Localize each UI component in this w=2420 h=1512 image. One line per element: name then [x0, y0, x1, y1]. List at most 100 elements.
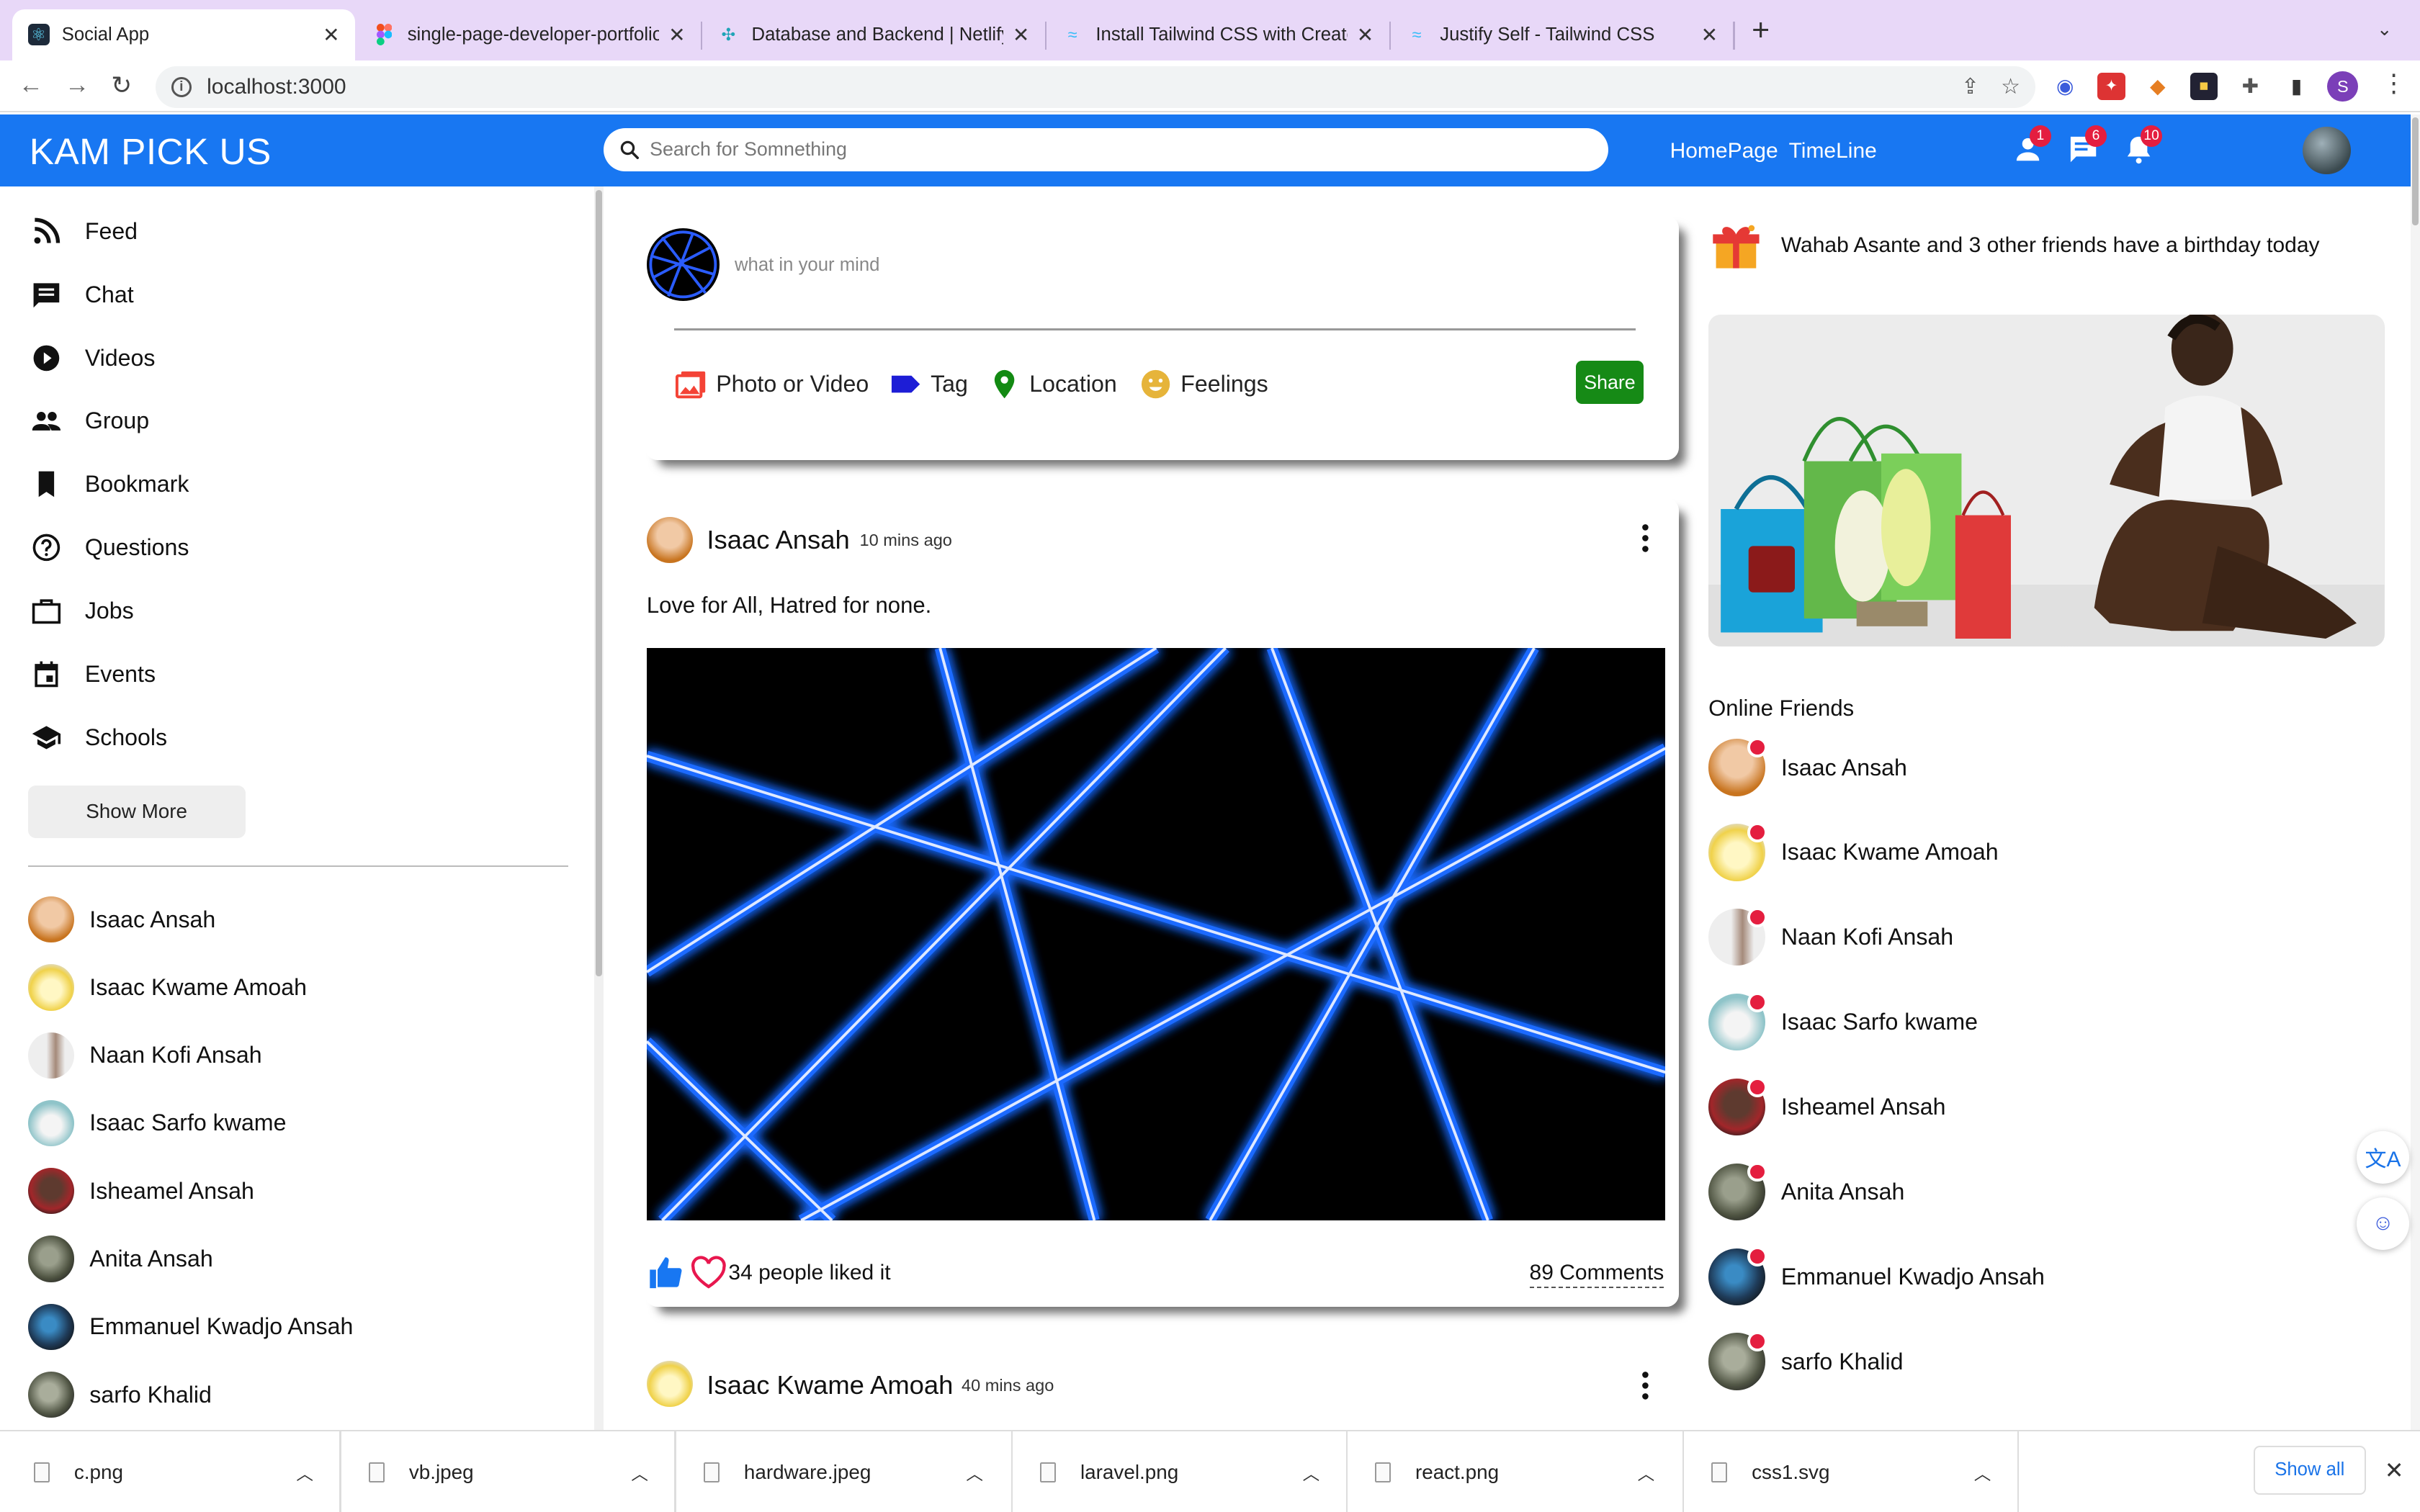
avatar[interactable]: [646, 1360, 694, 1408]
post-image[interactable]: [646, 647, 1666, 1220]
page-scrollbar[interactable]: [2411, 114, 2420, 1431]
sidebar-item-jobs[interactable]: Jobs: [31, 593, 134, 629]
online-friend-item[interactable]: Isaac Sarfo kwame: [1708, 991, 1978, 1051]
sidebar-scroll-thumb[interactable]: [596, 189, 602, 977]
extension-badge-icon[interactable]: ◆: [2143, 73, 2172, 101]
download-item[interactable]: hardware.jpeg ︿: [704, 1431, 997, 1512]
tab-justify-self[interactable]: ≈ Justify Self - Tailwind CSS ✕: [1391, 9, 1734, 60]
tab-netlify[interactable]: ✣ Database and Backend | Netlify ✕: [702, 9, 1045, 60]
promo-banner[interactable]: [1708, 315, 2385, 647]
post-input[interactable]: what in your mind: [735, 255, 879, 276]
tab-search-chevron-icon[interactable]: ⌄: [2377, 19, 2393, 40]
search-input[interactable]: Search for Somnething: [650, 138, 847, 161]
online-friend-item[interactable]: Isheamel Ansah: [1708, 1076, 1945, 1136]
tab-social-app[interactable]: ⚛ Social App ✕: [12, 9, 355, 60]
assistant-bot-icon[interactable]: ☺: [2357, 1197, 2409, 1250]
comments-link[interactable]: 89 Comments: [1529, 1261, 1664, 1288]
chevron-up-icon[interactable]: ︿: [296, 1460, 313, 1485]
messages-button[interactable]: 6: [2066, 125, 2107, 166]
user-avatar[interactable]: [2303, 126, 2351, 175]
online-friend-item[interactable]: sarfo Khalid: [1708, 1331, 1904, 1390]
heart-icon[interactable]: [689, 1254, 729, 1291]
birthday-text: Wahab Asante and 3 other friends have a …: [1780, 233, 2320, 257]
friend-item[interactable]: Anita Ansah: [27, 1236, 213, 1282]
extensions-puzzle-icon[interactable]: ✚: [2236, 73, 2264, 101]
online-friend-item[interactable]: Emmanuel Kwadjo Ansah: [1708, 1246, 2045, 1305]
feelings-option[interactable]: Feelings: [1139, 367, 1268, 401]
tag-option[interactable]: Tag: [889, 367, 968, 401]
sidebar-item-videos[interactable]: Videos: [31, 339, 155, 376]
chevron-up-icon[interactable]: ︿: [966, 1460, 983, 1485]
avatar[interactable]: [646, 516, 694, 564]
sidebar-item-chat[interactable]: Chat: [31, 276, 134, 313]
close-tab-icon[interactable]: ✕: [1701, 23, 1718, 47]
more-vert-icon[interactable]: [1641, 1370, 1650, 1401]
notifications-button[interactable]: 10: [2122, 125, 2163, 166]
back-icon[interactable]: ←: [19, 71, 43, 99]
close-tab-icon[interactable]: ✕: [1357, 23, 1373, 47]
close-tab-icon[interactable]: ✕: [323, 23, 339, 47]
post-author[interactable]: Isaac Kwame Amoah: [707, 1370, 953, 1400]
online-friend-item[interactable]: Isaac Ansah: [1708, 737, 1907, 796]
tab-portfolio[interactable]: single-page-developer-portfolio ✕: [358, 9, 701, 60]
download-item[interactable]: react.png ︿: [1375, 1431, 1668, 1512]
friend-item[interactable]: Emmanuel Kwadjo Ansah: [27, 1303, 353, 1350]
photo-video-option[interactable]: Photo or Video: [674, 367, 869, 401]
chevron-up-icon[interactable]: ︿: [1303, 1460, 1320, 1485]
chevron-up-icon[interactable]: ︿: [1638, 1460, 1655, 1485]
download-item[interactable]: c.png ︿: [34, 1431, 327, 1512]
site-info-icon[interactable]: i: [171, 77, 192, 97]
share-page-icon[interactable]: ⇪: [1961, 74, 1979, 99]
sidebar-scrollbar[interactable]: [594, 186, 604, 1431]
side-panel-icon[interactable]: ▮: [2282, 73, 2311, 101]
close-tab-icon[interactable]: ✕: [668, 23, 685, 47]
more-vert-icon[interactable]: [1641, 523, 1650, 554]
close-tab-icon[interactable]: ✕: [1013, 23, 1029, 47]
sidebar-item-events[interactable]: Events: [31, 656, 156, 693]
sidebar-item-schools[interactable]: Schools: [31, 719, 167, 756]
new-tab-icon[interactable]: +: [1752, 15, 1770, 46]
online-friend-item[interactable]: Naan Kofi Ansah: [1708, 907, 1953, 966]
friend-item[interactable]: Isaac Sarfo kwame: [27, 1099, 286, 1147]
show-all-downloads-button[interactable]: Show all: [2253, 1445, 2366, 1495]
timeline-link[interactable]: TimeLine: [1789, 139, 1877, 163]
homepage-link[interactable]: HomePage: [1670, 139, 1778, 163]
sidebar-item-feed[interactable]: Feed: [31, 213, 138, 250]
browser-menu-icon[interactable]: ⋮: [2381, 69, 2406, 98]
page-scroll-thumb[interactable]: [2412, 117, 2419, 225]
thumbs-up-icon[interactable]: [647, 1254, 684, 1291]
reload-icon[interactable]: ↻: [111, 71, 132, 100]
friend-item[interactable]: sarfo Khalid: [27, 1371, 212, 1418]
sidebar-item-group[interactable]: Group: [31, 402, 149, 439]
online-friend-item[interactable]: Anita Ansah: [1708, 1161, 1904, 1220]
download-item[interactable]: laravel.png ︿: [1040, 1431, 1333, 1512]
sidebar-item-bookmark[interactable]: Bookmark: [31, 466, 189, 503]
download-item[interactable]: css1.svg ︿: [1711, 1431, 2004, 1512]
extension-eyes-icon[interactable]: ◉: [2051, 73, 2079, 101]
close-shelf-icon[interactable]: ✕: [2385, 1457, 2404, 1484]
friend-item[interactable]: Isaac Ansah: [27, 896, 215, 943]
address-bar[interactable]: i localhost:3000 ⇪ ☆: [156, 66, 2036, 108]
tab-tailwind-install[interactable]: ≈ Install Tailwind CSS with Create ✕: [1047, 9, 1389, 60]
friend-item[interactable]: Isheamel Ansah: [27, 1168, 254, 1215]
show-more-button[interactable]: Show More: [27, 785, 246, 838]
avatar: [1708, 1076, 1767, 1136]
location-option[interactable]: Location: [987, 367, 1117, 401]
download-item[interactable]: vb.jpeg ︿: [369, 1431, 662, 1512]
extension-red-icon[interactable]: ✦: [2097, 72, 2125, 101]
post-author[interactable]: Isaac Ansah: [707, 525, 849, 555]
friend-item[interactable]: Isaac Kwame Amoah: [27, 964, 307, 1011]
translate-icon[interactable]: 文A: [2357, 1130, 2409, 1184]
chevron-up-icon[interactable]: ︿: [631, 1460, 648, 1485]
share-button[interactable]: Share: [1575, 361, 1644, 405]
extension-colorful-icon[interactable]: ■: [2190, 72, 2218, 101]
friend-requests-button[interactable]: 1: [2011, 125, 2051, 166]
friend-item[interactable]: Naan Kofi Ansah: [27, 1032, 262, 1079]
chevron-up-icon[interactable]: ︿: [1974, 1460, 1991, 1485]
online-friend-item[interactable]: Isaac Kwame Amoah: [1708, 822, 1999, 881]
app-logo[interactable]: KAM PICK US: [30, 130, 272, 173]
forward-icon[interactable]: →: [65, 71, 89, 99]
bookmark-star-icon[interactable]: ☆: [2001, 74, 2020, 99]
search-bar[interactable]: Search for Somnething: [603, 127, 1608, 171]
sidebar-item-questions[interactable]: Questions: [31, 529, 189, 566]
